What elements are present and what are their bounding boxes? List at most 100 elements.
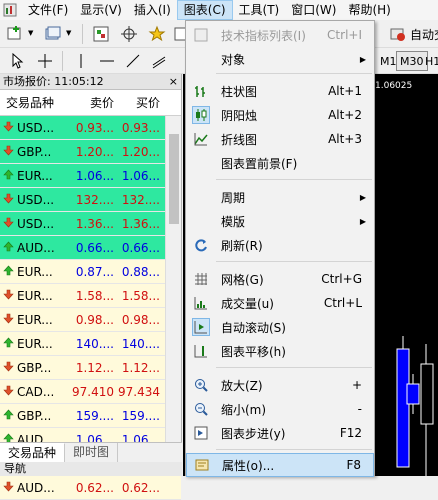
menu-item-objects[interactable]: 对象 ▶ [186, 47, 374, 71]
menu-item-grid[interactable]: 网格(G) Ctrl+G [186, 267, 374, 291]
table-row[interactable]: EUR... 1.58... 1.58... [0, 284, 181, 308]
menu-help[interactable]: 帮助(H) [342, 0, 396, 20]
new-chart-icon[interactable] [4, 23, 26, 45]
table-row[interactable]: AUD... 0.62... 0.62... [0, 476, 181, 500]
bid-cell: 0.66... [75, 241, 114, 255]
table-row[interactable]: GBP... 1.20... 1.20... [0, 140, 181, 164]
menu-item-chart-foreground[interactable]: 图表置前景(F) [186, 151, 374, 175]
toolbar-separator [82, 24, 83, 44]
bid-cell: 1.20... [75, 145, 114, 159]
symbol-name: GBP... [17, 408, 52, 423]
table-row[interactable]: EUR... 1.06... 1.06... [0, 164, 181, 188]
menu-item-indicator-list: 技术指标列表(I) Ctrl+I [186, 23, 374, 47]
zoom-out-icon [192, 400, 210, 418]
bid-cell: 1.06... [75, 169, 114, 183]
bid-cell: 159.... [75, 409, 114, 423]
menu-item-templates[interactable]: 模版 ▶ [186, 209, 374, 233]
table-row[interactable]: GBP... 159.... 159.... [0, 404, 181, 428]
bid-cell: 0.62... [75, 481, 114, 495]
trendline-icon[interactable] [122, 50, 144, 72]
profiles-icon[interactable] [42, 23, 64, 45]
auto-trading-icon [390, 28, 405, 41]
channel-icon[interactable] [148, 50, 170, 72]
candlestick-icon [192, 106, 210, 124]
ask-cell: 132.... [121, 193, 160, 207]
up-arrow-icon [3, 260, 14, 283]
menu-item-zoom-in[interactable]: 放大(Z) + [186, 373, 374, 397]
market-watch-icon[interactable] [90, 23, 112, 45]
symbol-cell: EUR... [0, 284, 68, 307]
table-row[interactable]: USD... 0.93... 0.93... [0, 116, 181, 140]
horizontal-line-icon[interactable] [96, 50, 118, 72]
vertical-line-icon[interactable] [70, 50, 92, 72]
menu-item-line-chart[interactable]: 折线图 Alt+3 [186, 127, 374, 151]
auto-scroll-icon [192, 318, 210, 336]
menu-item-period[interactable]: 周期 ▶ [186, 185, 374, 209]
crosshair-icon[interactable] [34, 50, 56, 72]
menu-item-candlestick[interactable]: 阴阳烛 Alt+2 [186, 103, 374, 127]
menu-item-zoom-out[interactable]: 缩小(m) - [186, 397, 374, 421]
menu-item-bar-chart[interactable]: 柱状图 Alt+1 [186, 79, 374, 103]
market-watch-scrollbar[interactable] [165, 116, 181, 474]
table-row[interactable]: AUD... 0.66... 0.66... [0, 236, 181, 260]
tab-symbols[interactable]: 交易品种 [0, 443, 66, 462]
symbol-name: GBP... [17, 360, 52, 375]
table-row[interactable]: USD... 132.... 132.... [0, 188, 181, 212]
bid-cell: 1.36... [75, 217, 114, 231]
cursor-icon[interactable] [6, 50, 28, 72]
symbol-cell: GBP... [0, 356, 68, 379]
ask-cell: 159.... [121, 409, 160, 423]
crosshair-nav-icon[interactable] [118, 23, 140, 45]
auto-trading-button[interactable]: 自动交 [390, 23, 438, 45]
table-row[interactable]: GBP... 1.12... 1.12... [0, 356, 181, 380]
menu-item-refresh[interactable]: 刷新(R) [186, 233, 374, 257]
symbol-name: AUD... [17, 480, 55, 495]
ask-cell: 97.434 [118, 385, 160, 399]
down-arrow-icon [3, 188, 14, 211]
menu-item-step[interactable]: 图表步进(y) F12 [186, 421, 374, 445]
menu-item-auto-scroll[interactable]: 自动滚动(S) [186, 315, 374, 339]
menu-chart[interactable]: 图表(C) [176, 0, 233, 20]
scrollbar-thumb[interactable] [169, 134, 179, 224]
volume-icon [192, 294, 210, 312]
ask-cell: 1.58... [121, 289, 160, 303]
menu-item-chart-shift[interactable]: 图表平移(h) [186, 339, 374, 363]
ask-cell: 1.36... [121, 217, 160, 231]
bid-cell: 0.87... [75, 265, 114, 279]
table-row[interactable]: EUR... 0.87... 0.88... [0, 260, 181, 284]
menu-window[interactable]: 窗口(W) [285, 0, 342, 20]
table-row[interactable]: EUR... 0.98... 0.98... [0, 308, 181, 332]
bid-cell: 97.410 [72, 385, 114, 399]
down-arrow-icon [3, 380, 14, 403]
dropdown-arrow-icon[interactable]: ▼ [66, 29, 71, 37]
navigator-bar[interactable]: 导航 [0, 462, 182, 476]
symbol-name: CAD... [17, 384, 55, 399]
menu-separator [216, 179, 372, 180]
column-header-symbol[interactable]: 交易品种 [0, 90, 68, 115]
close-icon[interactable]: × [169, 75, 178, 88]
dropdown-arrow-icon[interactable]: ▼ [28, 29, 33, 37]
down-arrow-icon [3, 356, 14, 379]
down-arrow-icon [3, 476, 14, 499]
table-row[interactable]: CAD... 97.410 97.434 [0, 380, 181, 404]
app-icon [2, 2, 18, 18]
timeframe-h1[interactable]: H1 [421, 51, 438, 71]
column-header-bid[interactable]: 卖价 [68, 90, 116, 115]
symbol-cell: USD... [0, 212, 68, 235]
menu-insert[interactable]: 插入(I) [128, 0, 177, 20]
symbol-name: EUR... [17, 168, 53, 183]
menu-tools[interactable]: 工具(T) [233, 0, 286, 20]
menu-file[interactable]: 文件(F) [22, 0, 74, 20]
table-row[interactable]: EUR... 140.... 140.... [0, 332, 181, 356]
menu-item-volume[interactable]: 成交量(u) Ctrl+L [186, 291, 374, 315]
ask-cell: 1.12... [121, 361, 160, 375]
column-header-ask[interactable]: 买价 [116, 90, 164, 115]
menu-view[interactable]: 显示(V) [74, 0, 128, 20]
table-row[interactable]: USD... 1.36... 1.36... [0, 212, 181, 236]
ask-cell: 140.... [121, 337, 160, 351]
navigator-star-icon[interactable] [146, 23, 168, 45]
market-watch-tabs: 交易品种 即时图 [0, 442, 182, 462]
market-watch-header: 交易品种 卖价 买价 [0, 90, 181, 116]
tab-tick-chart[interactable]: 即时图 [65, 443, 119, 462]
menu-item-properties[interactable]: 属性(o)... F8 [186, 453, 374, 477]
